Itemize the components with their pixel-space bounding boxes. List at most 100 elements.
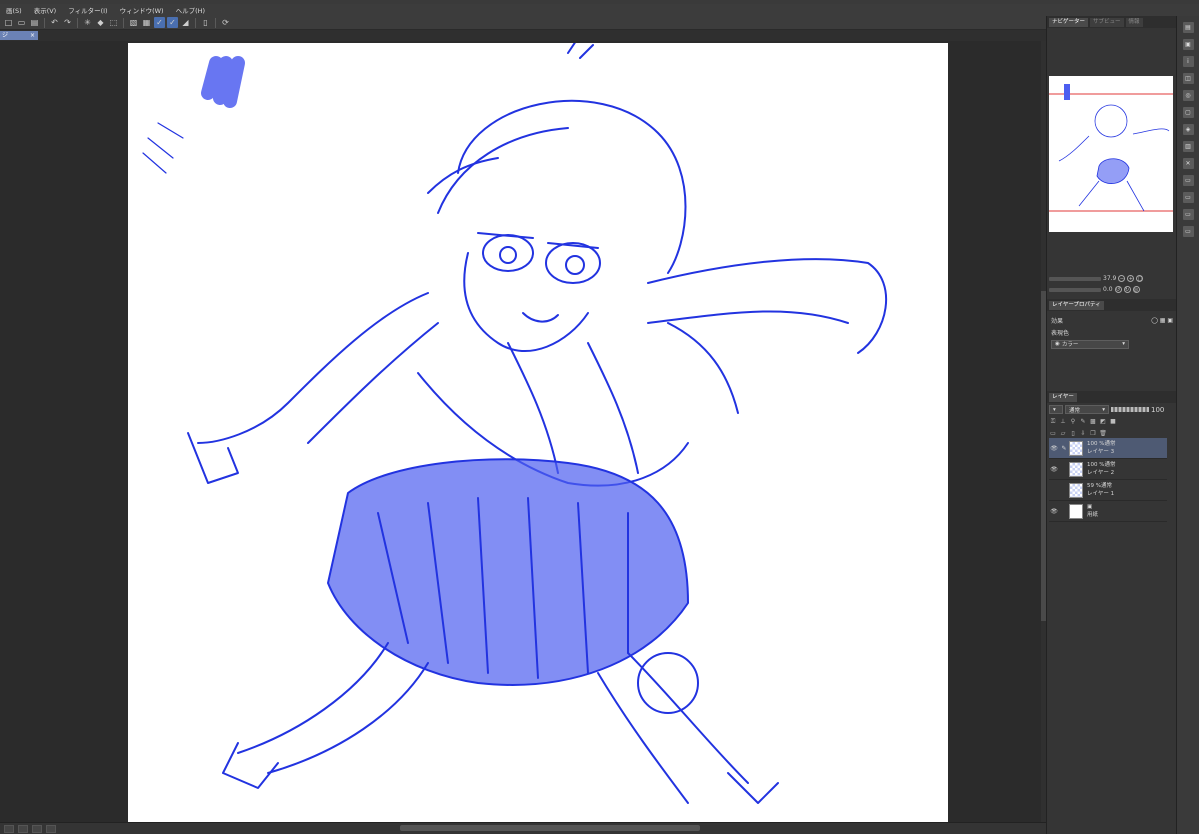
canvas-area[interactable] bbox=[0, 41, 1046, 822]
navigator-preview[interactable] bbox=[1049, 76, 1173, 232]
clear-icon[interactable]: ✳ bbox=[82, 17, 93, 28]
menu-item-filter[interactable]: フィルター(I) bbox=[62, 5, 113, 15]
menu-item-select[interactable]: 画(S) bbox=[0, 5, 28, 15]
snap-grid-icon[interactable]: ▦ bbox=[141, 17, 152, 28]
layer-list: 👁 ✎ 100 %通常 レイヤー 3 👁 100 %通常 レイヤー 2 59 %… bbox=[1049, 438, 1167, 522]
layer-type-select[interactable]: ▾ bbox=[1049, 405, 1063, 414]
new-vector-icon[interactable]: ▱ bbox=[1059, 430, 1067, 438]
layer-name: 用紙 bbox=[1087, 512, 1099, 518]
eye-icon[interactable]: 👁 bbox=[1049, 445, 1059, 452]
duplicate-icon[interactable]: ❐ bbox=[1089, 430, 1097, 438]
device-icon[interactable]: ▯ bbox=[200, 17, 211, 28]
open-icon[interactable]: ▭ bbox=[16, 17, 27, 28]
delete-icon[interactable]: 🗑 bbox=[1099, 430, 1107, 438]
new-raster-icon[interactable]: ▭ bbox=[1049, 430, 1057, 438]
reset-rotation-icon[interactable]: ◎ bbox=[1132, 286, 1140, 293]
zoom-box[interactable] bbox=[4, 824, 14, 833]
layer-thumbnail bbox=[1069, 503, 1083, 519]
panel-icon-7[interactable]: ✕ bbox=[1182, 158, 1194, 169]
rotate-right-icon[interactable]: ↻ bbox=[1123, 286, 1131, 293]
rotation-slider[interactable] bbox=[1049, 287, 1101, 292]
tab-info[interactable]: 情報 bbox=[1125, 17, 1143, 27]
layer-row[interactable]: 59 %通常 レイヤー 1 bbox=[1049, 480, 1167, 501]
panel-icon-2[interactable]: ▣ bbox=[1182, 39, 1194, 50]
panel-icon-4[interactable]: ◎ bbox=[1182, 90, 1194, 101]
snap-icon[interactable]: ▧ bbox=[128, 17, 139, 28]
document-tab[interactable]: ジ × bbox=[0, 31, 38, 40]
panel-icon-strip: ▤ ▣ i ◫ ◎ ▢ ◈ ▥ ✕ ▭ ▭ ▭ ▭ bbox=[1176, 16, 1199, 834]
command-bar: □ ▭ ▤ ↶ ↷ ✳ ◆ ⬚ ▧ ▦ ✓ ✓ ◢ ▯ ⟳ bbox=[0, 16, 1046, 30]
folder-icon-3[interactable]: ▭ bbox=[1182, 209, 1194, 220]
new-file-icon[interactable]: □ bbox=[3, 17, 14, 28]
layer-thumbnail bbox=[1069, 440, 1083, 456]
layer-name: レイヤー 1 bbox=[1087, 491, 1115, 497]
settings-icon[interactable]: ⟳ bbox=[220, 17, 231, 28]
fill-icon[interactable]: ◆ bbox=[95, 17, 106, 28]
eye-icon[interactable]: 👁 bbox=[1049, 508, 1059, 515]
clip-icon[interactable]: ⊥ bbox=[1059, 418, 1067, 426]
panel-icon-3[interactable]: ◫ bbox=[1182, 73, 1194, 84]
panel-icon-1[interactable]: ▤ bbox=[1182, 22, 1194, 33]
zoom-plus[interactable] bbox=[32, 824, 42, 833]
navigator-tabs: ナビゲーター サブビュー 情報 bbox=[1047, 16, 1176, 28]
rotate-box[interactable] bbox=[46, 824, 56, 833]
tab-layer-properties[interactable]: レイヤープロパティ bbox=[1049, 300, 1104, 310]
merge-icon[interactable]: ⇩ bbox=[1079, 430, 1087, 438]
new-folder-icon[interactable]: ▯ bbox=[1069, 430, 1077, 438]
folder-icon-4[interactable]: ▭ bbox=[1182, 226, 1194, 237]
mask-icon[interactable]: ▩ bbox=[1089, 418, 1097, 426]
reference-icon[interactable]: ⚲ bbox=[1069, 418, 1077, 426]
toolbar-divider bbox=[215, 17, 216, 28]
layer-row[interactable]: 👁 ▣ 用紙 bbox=[1049, 501, 1167, 522]
layer-row[interactable]: 👁 ✎ 100 %通常 レイヤー 3 bbox=[1049, 438, 1167, 459]
fit-icon[interactable]: □ bbox=[1136, 275, 1144, 282]
zoom-slider[interactable] bbox=[1049, 276, 1101, 281]
display-color-select[interactable]: ◉ カラー ▾ bbox=[1051, 339, 1129, 349]
tab-subview[interactable]: サブビュー bbox=[1090, 17, 1124, 27]
panel-icon-5[interactable]: ▢ bbox=[1182, 107, 1194, 118]
document-tab-label: ジ bbox=[2, 32, 9, 39]
folder-icon[interactable]: ▭ bbox=[1182, 175, 1194, 186]
pen-check-icon-2[interactable]: ✓ bbox=[167, 17, 178, 28]
menu-item-help[interactable]: ヘルプ(H) bbox=[170, 5, 211, 15]
pen-check-icon[interactable]: ✓ bbox=[154, 17, 165, 28]
zoom-minus[interactable] bbox=[18, 824, 28, 833]
transform-icon[interactable]: ⬚ bbox=[108, 17, 119, 28]
color-icon[interactable]: ■ bbox=[1109, 418, 1117, 426]
opacity-slider[interactable] bbox=[1111, 407, 1149, 412]
ruler-layer-icon[interactable]: ◩ bbox=[1099, 418, 1107, 426]
drawing-canvas[interactable] bbox=[128, 43, 948, 822]
effect-icons[interactable]: ◯ ▦ ▣ bbox=[1151, 317, 1173, 324]
properties-tabs: レイヤープロパティ bbox=[1047, 299, 1177, 311]
menu-item-view[interactable]: 表示(V) bbox=[28, 5, 63, 15]
blend-mode-select[interactable]: 通常 ▾ bbox=[1065, 405, 1109, 414]
color-wheel-icon: ◉ bbox=[1055, 341, 1060, 347]
folder-icon-2[interactable]: ▭ bbox=[1182, 192, 1194, 203]
tab-layer[interactable]: レイヤー bbox=[1049, 392, 1077, 402]
menu-item-window[interactable]: ウィンドウ(W) bbox=[114, 5, 170, 15]
redo-icon[interactable]: ↷ bbox=[62, 17, 73, 28]
layers-icon[interactable]: ◈ bbox=[1182, 124, 1194, 135]
lock-icon[interactable]: ⚿ bbox=[1049, 418, 1057, 426]
toolbar-divider bbox=[44, 17, 45, 28]
eye-icon[interactable]: 👁 bbox=[1049, 466, 1059, 473]
zoom-out-icon[interactable]: − bbox=[1118, 275, 1126, 282]
menu-bar: 画(S) 表示(V) フィルター(I) ウィンドウ(W) ヘルプ(H) bbox=[0, 4, 1199, 16]
chevron-down-icon: ▾ bbox=[1122, 341, 1125, 347]
close-icon[interactable]: × bbox=[30, 31, 35, 40]
save-icon[interactable]: ▤ bbox=[29, 17, 40, 28]
toolbar-divider bbox=[195, 17, 196, 28]
sketch-artwork bbox=[142, 43, 888, 804]
undo-icon[interactable]: ↶ bbox=[49, 17, 60, 28]
layer-mode: 59 %通常 bbox=[1087, 483, 1112, 489]
draft-icon[interactable]: ✎ bbox=[1079, 418, 1087, 426]
info-icon[interactable]: i bbox=[1182, 56, 1194, 67]
zoom-in-icon[interactable]: + bbox=[1127, 275, 1135, 282]
layer-row[interactable]: 👁 100 %通常 レイヤー 2 bbox=[1049, 459, 1167, 480]
tab-navigator[interactable]: ナビゲーター bbox=[1049, 17, 1089, 27]
ruler-icon[interactable]: ◢ bbox=[180, 17, 191, 28]
panel-icon-6[interactable]: ▥ bbox=[1182, 141, 1194, 152]
rotate-left-icon[interactable]: ↺ bbox=[1114, 286, 1122, 293]
canvas-horizontal-scrollbar[interactable] bbox=[400, 825, 700, 831]
pen-icon: ✎ bbox=[1061, 444, 1067, 452]
